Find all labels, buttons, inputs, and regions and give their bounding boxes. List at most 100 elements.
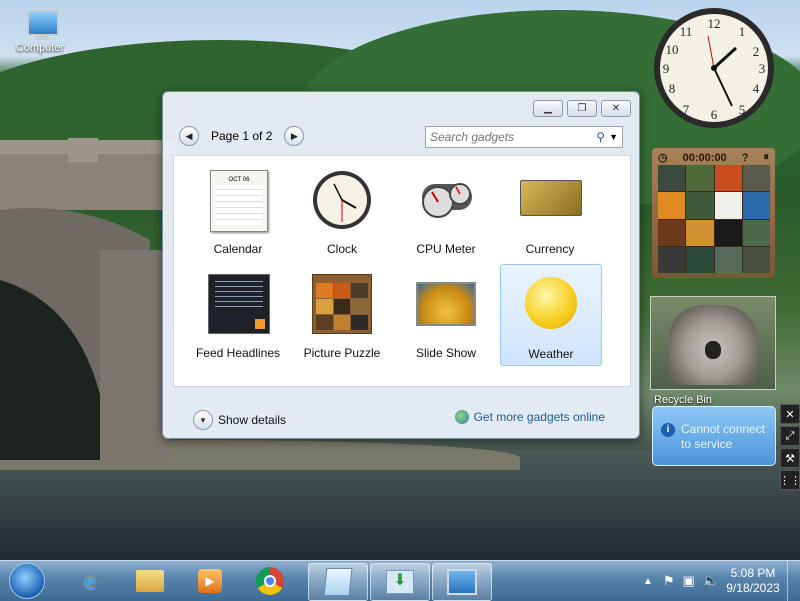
slide-show-icon: [416, 282, 476, 326]
show-hidden-icons-icon[interactable]: ▲: [637, 576, 659, 587]
computer-icon: [23, 10, 59, 42]
gadget-tile-feed-headlines[interactable]: Feed Headlines: [188, 264, 288, 364]
svg-text:12: 12: [708, 16, 721, 31]
gadget-gallery-window: ▁ ❐ ✕ ◀ Page 1 of 2 ▶ ⚲ ▼ OCT 06 Calenda…: [162, 91, 640, 439]
show-desktop-button[interactable]: [787, 561, 800, 601]
clock-gadget[interactable]: 12 12 3 45 6 78 9 1011: [650, 6, 778, 130]
gallery-footer: ▾ Show details Get more gadgets online: [163, 398, 639, 438]
window-controls: ▁ ❐ ✕: [533, 100, 631, 117]
taskbar-file-explorer[interactable]: [122, 563, 178, 599]
gadget-label: Picture Puzzle: [303, 346, 381, 360]
gadget-label: Clock: [326, 242, 357, 256]
drag-handle-icon[interactable]: ⋮⋮: [779, 470, 800, 490]
search-icon[interactable]: ⚲: [592, 130, 609, 144]
previous-page-button[interactable]: ◀: [179, 126, 199, 146]
svg-text:3: 3: [759, 61, 766, 76]
start-orb-icon: [9, 563, 45, 599]
svg-text:11: 11: [680, 24, 693, 39]
close-button[interactable]: ✕: [601, 100, 631, 117]
calendar-icon: OCT 06: [210, 170, 268, 232]
desktop-computer-label: Computer: [15, 42, 65, 54]
gadget-tile-weather[interactable]: Weather: [500, 264, 602, 366]
puzzle-timer: 00:00:00: [682, 151, 727, 164]
taskbar-clock[interactable]: 5:08 PM 9/18/2023: [723, 566, 783, 596]
gadget-label: Weather: [528, 347, 574, 361]
clock-time: 5:08 PM: [730, 566, 776, 580]
gadget-tile-clock[interactable]: Clock: [292, 160, 392, 260]
taskbar-download-window[interactable]: ⬇: [370, 563, 430, 601]
desktop-recycle-bin[interactable]: Recycle Bin: [648, 394, 718, 406]
gadget-tile-currency[interactable]: Currency: [500, 160, 600, 260]
clock-icon: [313, 171, 371, 229]
search-input[interactable]: [426, 129, 593, 145]
chevron-down-icon: ▾: [193, 410, 213, 430]
restore-button[interactable]: ❐: [567, 100, 597, 117]
network-icon[interactable]: ▣: [679, 573, 699, 589]
taskbar-notepad-window[interactable]: [308, 563, 368, 601]
search-gadgets-box[interactable]: ⚲ ▼: [425, 126, 623, 148]
chrome-icon: [256, 567, 284, 595]
feed-headlines-icon: [208, 274, 270, 334]
start-button[interactable]: [2, 563, 52, 599]
get-more-gadgets-link[interactable]: Get more gadgets online: [454, 410, 605, 424]
puzzle-pause-icon[interactable]: ⏸: [763, 151, 769, 164]
gadget-label: Calendar: [213, 242, 263, 256]
svg-text:6: 6: [711, 107, 718, 122]
clock-date: 9/18/2023: [726, 581, 780, 595]
file-explorer-icon: [136, 570, 164, 592]
desktop-computer[interactable]: Computer: [10, 10, 70, 54]
svg-text:2: 2: [753, 44, 760, 59]
gadget-tile-picture-puzzle[interactable]: Picture Puzzle: [292, 264, 392, 364]
currency-icon: [520, 180, 582, 216]
taskbar: e ▶ ⬇ ▲ ⚑ ▣ 🔈 5:08 PM 9/18/2023: [0, 560, 800, 601]
gadget-window-icon: [447, 569, 477, 595]
system-tray: ▲ ⚑ ▣ 🔈 5:08 PM 9/18/2023: [637, 561, 800, 601]
svg-text:1: 1: [739, 24, 746, 39]
options-wrench-icon[interactable]: ⚒: [780, 448, 800, 468]
svg-text:10: 10: [666, 42, 679, 57]
arrow-right-icon: ▶: [290, 130, 298, 141]
gadget-tile-calendar[interactable]: OCT 06 Calendar: [188, 160, 288, 260]
recycle-bin-label: Recycle Bin: [653, 394, 713, 406]
taskbar-internet-explorer[interactable]: e: [62, 563, 118, 599]
next-page-button[interactable]: ▶: [284, 126, 305, 146]
slide-show-gadget[interactable]: [650, 296, 776, 390]
svg-text:4: 4: [753, 81, 760, 96]
puzzle-board[interactable]: [658, 165, 770, 273]
minimize-button[interactable]: ▁: [533, 100, 563, 117]
cpu-meter-icon: [422, 183, 472, 218]
arrow-left-icon: ◀: [185, 130, 193, 141]
globe-icon: [454, 410, 469, 424]
gadget-label: Currency: [525, 242, 575, 256]
svg-text:5: 5: [739, 102, 746, 117]
weather-message: Cannot connect to service: [681, 422, 766, 451]
gadget-tile-slide-show[interactable]: Slide Show: [396, 264, 496, 364]
show-details-label: Show details: [218, 413, 287, 427]
notepad-window-icon: [323, 568, 353, 596]
internet-explorer-icon: e: [84, 566, 96, 595]
gadget-label: Slide Show: [415, 346, 477, 360]
taskbar-chrome[interactable]: [242, 563, 298, 599]
puzzle-help-icon[interactable]: ?: [742, 152, 749, 164]
taskbar-media-player[interactable]: ▶: [182, 563, 238, 599]
chevron-down-icon[interactable]: ▼: [609, 132, 622, 142]
show-details-toggle[interactable]: ▾ Show details: [193, 410, 286, 430]
volume-muted-icon[interactable]: 🔈: [699, 573, 723, 589]
gadget-label: Feed Headlines: [195, 346, 281, 360]
svg-text:9: 9: [663, 61, 670, 76]
weather-gadget[interactable]: i Cannot connect to service: [652, 406, 776, 466]
gadget-toolbar: ✕ ⤢ ⚒ ⋮⋮: [779, 404, 800, 490]
resize-gadget-icon[interactable]: ⤢: [780, 426, 800, 446]
action-center-icon[interactable]: ⚑: [659, 573, 679, 589]
picture-puzzle-gadget[interactable]: ◷ 00:00:00 ? ⏸: [652, 148, 775, 278]
svg-text:7: 7: [683, 102, 690, 117]
page-navigator: ◀ Page 1 of 2 ▶: [179, 125, 319, 147]
gadget-tile-cpu-meter[interactable]: CPU Meter: [396, 160, 496, 260]
media-player-icon: ▶: [198, 569, 222, 593]
puzzle-timer-icon: ◷: [658, 152, 668, 164]
close-gadget-icon[interactable]: ✕: [780, 404, 800, 424]
desktop: Computer Recycle Bin 12 1 2 345 678 9 10 11 …: [0, 0, 800, 560]
taskbar-gadget-window[interactable]: [432, 563, 492, 601]
download-window-icon: ⬇: [386, 570, 414, 594]
page-indicator: Page 1 of 2: [211, 129, 273, 143]
